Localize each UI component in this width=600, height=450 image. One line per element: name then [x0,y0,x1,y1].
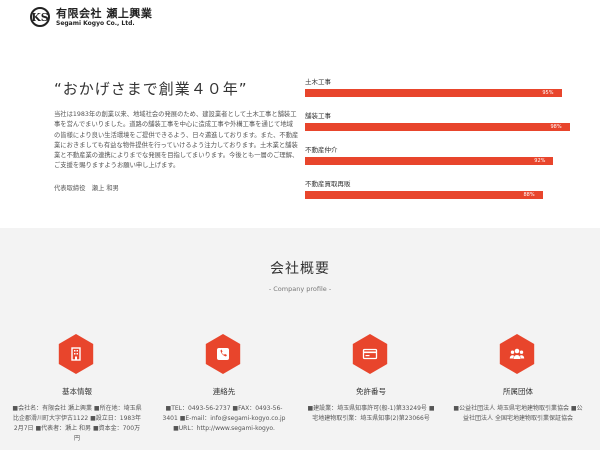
card-title: 所属団体 [503,387,533,396]
skill-label: 土木工事 [305,78,331,86]
skill-track: 92% [305,157,575,165]
card-body: ■建設業：埼玉県知事許可(般-1)第33249号 ■宅地建物取引業：埼玉県知事(… [307,405,435,422]
skill-track: 98% [305,123,575,131]
skill-value: 88% [523,192,535,198]
logo-text: 有限会社 瀬上興業 Segami Kogyo Co., Ltd. [56,8,152,27]
representative-signature: 代表取締役 瀬上 和男 [54,185,119,192]
tagline: “おかげさまで創業４０年” [54,80,248,98]
skill-fill: 98% [305,123,570,131]
card-title: 連絡先 [212,387,236,396]
company-logo[interactable]: KS 有限会社 瀬上興業 Segami Kogyo Co., Ltd. [30,7,152,27]
skill-label: 不動産買取再販 [305,180,351,188]
section-title: 会社概要 [270,261,330,277]
skill-fill: 88% [305,191,543,199]
company-name-jp: 有限会社 瀬上興業 [56,6,153,20]
company-profile-section: 会社概要 - Company profile - 基本情報 ■会社名：有限会社 … [0,228,600,450]
skill-bars: 土木工事 95% 舗装工事 98% 不動産仲介 92% 不動産買取再販 88% [305,76,575,212]
group-icon [499,334,535,374]
card-body: ■会社名：有限会社 瀬上興業 ■所在地：埼玉県比企郡滑川町大字伊古1122 ■設… [12,405,142,442]
license-card-icon [352,334,388,374]
skill-label: 舗装工事 [305,112,331,120]
skill-bar-item: 不動産買取再販 88% [305,178,575,212]
skill-bar-item: 土木工事 95% [305,76,575,110]
skill-track: 88% [305,191,575,199]
skill-fill: 95% [305,89,562,97]
section-subtitle: - Company profile - [268,285,332,293]
skill-value: 95% [542,90,554,96]
skill-bar-item: 舗装工事 98% [305,110,575,144]
card-title: 基本情報 [62,387,92,396]
greeting-message: 当社は1983年の創業以来、地域社会の発展のため、建設業者として土木工事と舗装工… [54,111,299,170]
card-body: ■公益社団法人 埼玉県宅地建物取引業協会 ■公益社団法人 全国宅地建物取引業保証… [453,405,583,422]
skill-value: 98% [550,124,562,130]
skill-value: 92% [534,158,546,164]
skill-track: 95% [305,89,575,97]
skill-bar-item: 不動産仲介 92% [305,144,575,178]
card-title: 免許番号 [356,387,386,396]
building-icon [58,334,94,374]
company-name-en: Segami Kogyo Co., Ltd. [56,19,135,27]
phone-icon [205,334,241,374]
ks-logo-mark-icon: KS [30,7,50,27]
intro-section: “おかげさまで創業４０年” 当社は1983年の創業以来、地域社会の発展のため、建… [0,38,600,228]
skill-label: 不動産仲介 [305,146,338,154]
skill-fill: 92% [305,157,554,165]
card-body: ■TEL：0493-56-2737 ■FAX：0493-56-3401 ■E-m… [162,405,286,432]
site-header: KS 有限会社 瀬上興業 Segami Kogyo Co., Ltd. [0,0,600,38]
